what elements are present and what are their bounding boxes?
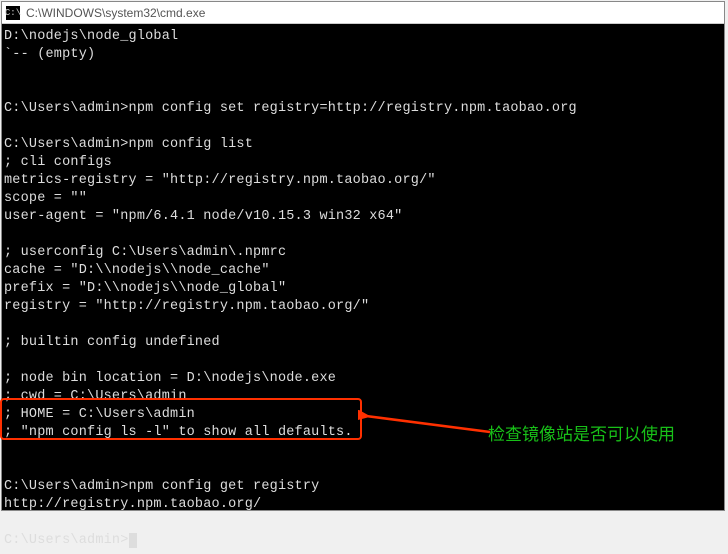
terminal-line: ; builtin config undefined — [4, 334, 722, 352]
terminal-line: D:\nodejs\node_global — [4, 28, 722, 46]
terminal-line: user-agent = "npm/6.4.1 node/v10.15.3 wi… — [4, 208, 722, 226]
terminal-line — [4, 514, 722, 532]
terminal-line: scope = "" — [4, 190, 722, 208]
window-title: C:\WINDOWS\system32\cmd.exe — [26, 6, 205, 20]
terminal-line: ; cli configs — [4, 154, 722, 172]
terminal-line — [4, 64, 722, 82]
terminal-line: cache = "D:\\nodejs\\node_cache" — [4, 262, 722, 280]
terminal-line: ; node bin location = D:\nodejs\node.exe — [4, 370, 722, 388]
terminal-line — [4, 226, 722, 244]
terminal-line — [4, 316, 722, 334]
terminal-line: C:\Users\admin>npm config set registry=h… — [4, 100, 722, 118]
annotation-text: 检查镜像站是否可以使用 — [488, 420, 675, 445]
icon-glyph: C:\ — [5, 8, 21, 18]
terminal-line — [4, 118, 722, 136]
terminal-line: C:\Users\admin>npm config get registry — [4, 478, 722, 496]
terminal-output[interactable]: D:\nodejs\node_global`-- (empty) C:\Users… — [2, 24, 724, 554]
terminal-line: http://registry.npm.taobao.org/ — [4, 496, 722, 514]
terminal-line — [4, 82, 722, 100]
terminal-line: ; userconfig C:\Users\admin\.npmrc — [4, 244, 722, 262]
cmd-icon: C:\ — [6, 6, 20, 20]
terminal-line: C:\Users\admin> — [4, 532, 722, 550]
terminal-line: `-- (empty) — [4, 46, 722, 64]
terminal-line — [4, 460, 722, 478]
terminal-line: ; cwd = C:\Users\admin — [4, 388, 722, 406]
terminal-line: prefix = "D:\\nodejs\\node_global" — [4, 280, 722, 298]
terminal-line: metrics-registry = "http://registry.npm.… — [4, 172, 722, 190]
cursor — [129, 533, 137, 548]
terminal-line: registry = "http://registry.npm.taobao.o… — [4, 298, 722, 316]
terminal-line: C:\Users\admin>npm config list — [4, 136, 722, 154]
terminal-line — [4, 352, 722, 370]
titlebar[interactable]: C:\ C:\WINDOWS\system32\cmd.exe — [2, 2, 724, 24]
